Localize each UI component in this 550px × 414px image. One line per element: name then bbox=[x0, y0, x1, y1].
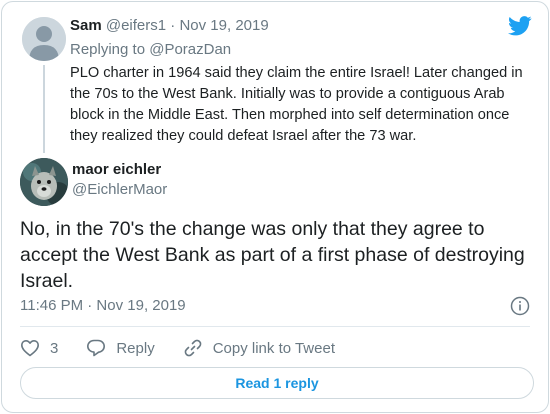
read-replies-button[interactable]: Read 1 reply bbox=[20, 367, 534, 399]
replying-label: Replying to bbox=[70, 41, 146, 58]
parent-tweet-text: PLO charter in 1964 said they claim the … bbox=[70, 65, 523, 144]
reply-button[interactable]: Reply bbox=[86, 338, 155, 358]
divider bbox=[20, 326, 530, 327]
tweet-text: No, in the 70's the change was only that… bbox=[20, 218, 525, 292]
parent-author-handle[interactable]: @eifers1 bbox=[106, 17, 166, 34]
parent-header: Sam @eifers1 · Nov 19, 2019 bbox=[70, 16, 269, 36]
tweet-timestamp[interactable]: 11:46 PM · Nov 19, 2019 bbox=[20, 296, 186, 316]
like-button[interactable]: 3 bbox=[20, 338, 58, 358]
parent-date[interactable]: Nov 19, 2019 bbox=[179, 17, 268, 34]
replying-to: Replying to @PorazDan bbox=[70, 40, 231, 60]
heart-icon bbox=[21, 340, 39, 357]
author-handle[interactable]: @EichlerMaor bbox=[72, 180, 167, 200]
default-user-icon bbox=[22, 17, 66, 61]
parent-author-name[interactable]: Sam bbox=[70, 17, 102, 34]
reply-label: Reply bbox=[116, 339, 155, 357]
twitter-bird-icon[interactable] bbox=[508, 16, 532, 36]
parent-avatar[interactable] bbox=[22, 17, 66, 61]
link-icon bbox=[184, 339, 202, 357]
replying-mention[interactable]: @PorazDan bbox=[149, 41, 231, 58]
info-icon[interactable] bbox=[510, 296, 530, 316]
dog-avatar-image bbox=[20, 158, 68, 206]
copy-link-label: Copy link to Tweet bbox=[212, 339, 335, 357]
author-name[interactable]: maor eichler bbox=[72, 160, 161, 180]
separator-dot: · bbox=[170, 17, 176, 34]
thread-connector bbox=[43, 65, 45, 153]
copy-link-button[interactable]: Copy link to Tweet bbox=[183, 338, 335, 358]
embedded-tweet-card: Sam @eifers1 · Nov 19, 2019 Replying to … bbox=[1, 1, 549, 413]
tweet-actions: 3 Reply Copy link to Tweet bbox=[20, 337, 363, 359]
author-avatar[interactable] bbox=[20, 158, 68, 206]
like-count: 3 bbox=[50, 339, 59, 357]
reply-icon bbox=[87, 339, 106, 357]
